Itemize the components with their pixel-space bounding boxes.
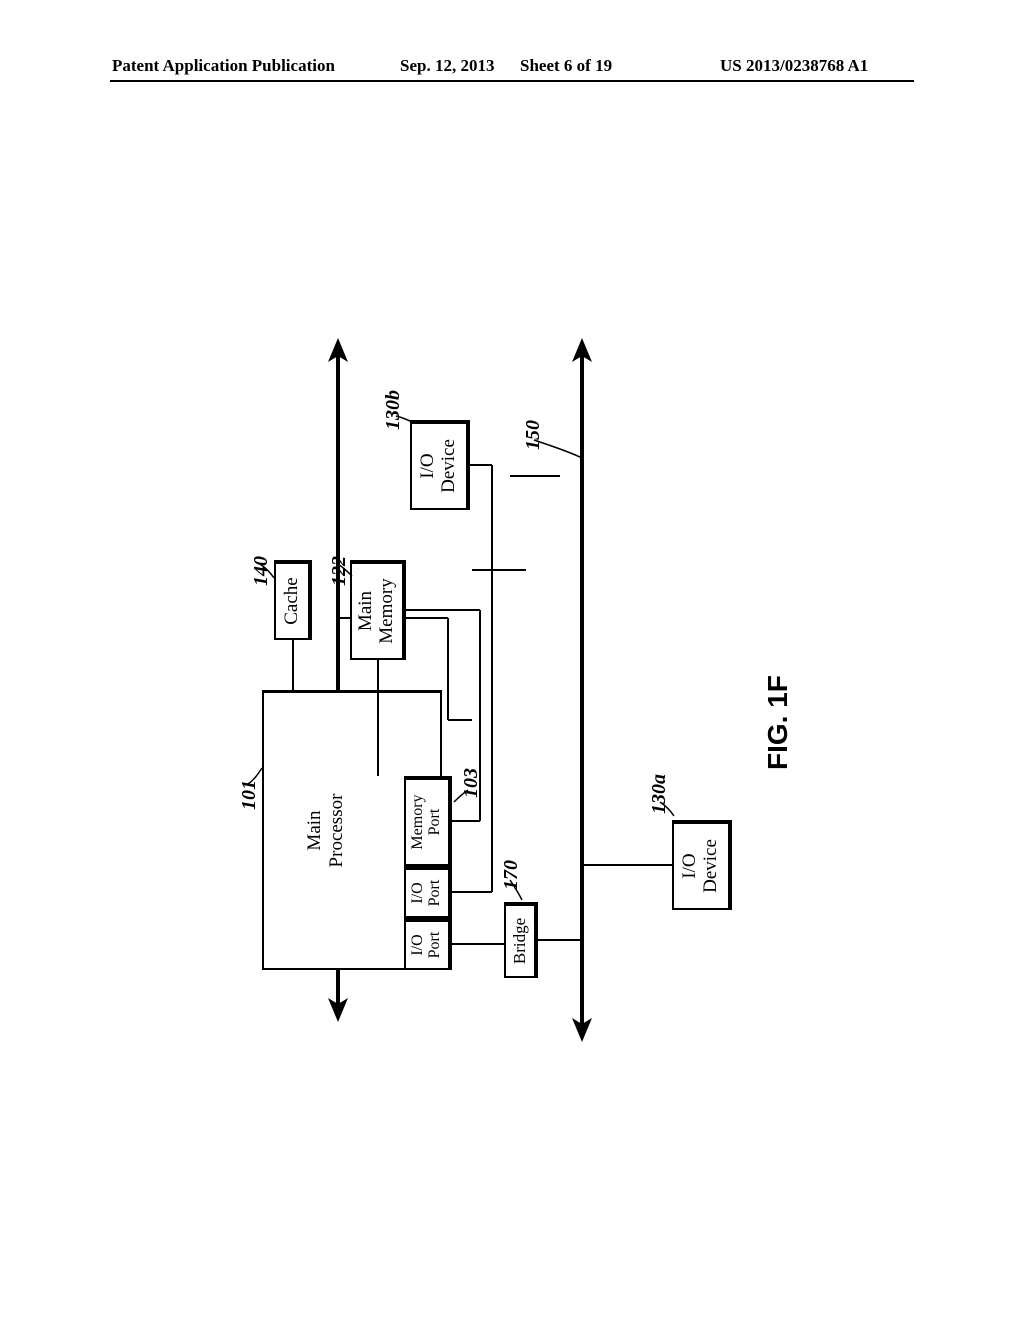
header-sheet: Sheet 6 of 19 — [520, 56, 612, 76]
header-pub-number: US 2013/0238768 A1 — [720, 56, 868, 76]
diagram-rotated-container: Main Processor I/O Port I/O Port Memory … — [232, 330, 792, 1030]
connectors-svg — [232, 330, 792, 1030]
header-pub-type: Patent Application Publication — [112, 56, 335, 76]
page-root: Patent Application Publication Sep. 12, … — [0, 0, 1024, 1320]
header-date: Sep. 12, 2013 — [400, 56, 494, 76]
header-rule — [110, 80, 914, 82]
